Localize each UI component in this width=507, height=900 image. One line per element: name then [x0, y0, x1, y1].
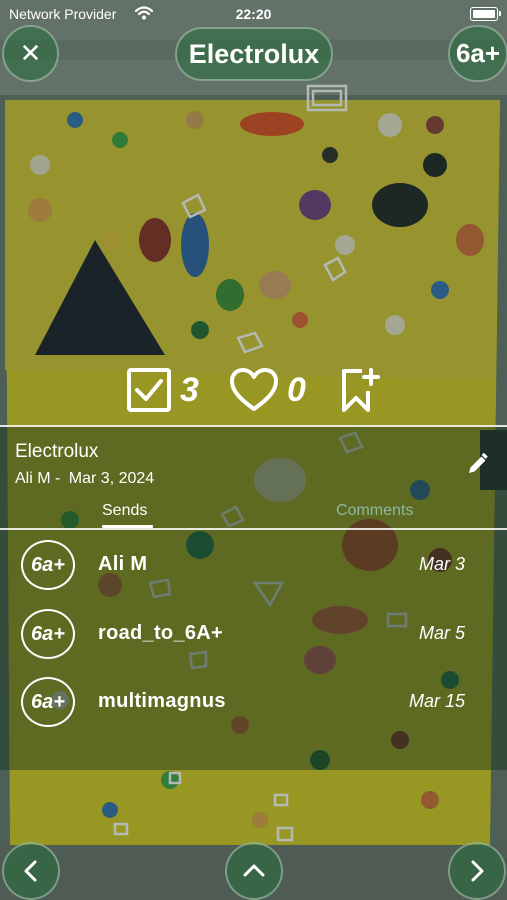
- send-row[interactable]: 6a+ multimagnus Mar 15: [0, 677, 507, 727]
- send-grade-badge: 6a+: [21, 677, 75, 727]
- tab-comments[interactable]: Comments: [336, 502, 413, 520]
- expand-route-button[interactable]: [225, 842, 283, 900]
- heart-icon: [230, 368, 278, 411]
- route-title-button[interactable]: Electrolux: [175, 27, 333, 81]
- send-user: road_to_6A+: [98, 622, 224, 644]
- send-row[interactable]: 6a+ road_to_6A+ Mar 5: [0, 609, 507, 659]
- likes-count: 0: [287, 370, 306, 409]
- edit-icon[interactable]: [464, 452, 490, 478]
- chevron-left-icon: [24, 860, 37, 882]
- chevron-right-icon: [471, 860, 484, 882]
- bookmark-add-icon: [342, 368, 380, 412]
- route-name: Electrolux: [15, 441, 99, 462]
- sends-stat[interactable]: 3: [126, 360, 199, 420]
- chevron-up-icon: [243, 864, 265, 877]
- send-grade-badge: 6a+: [21, 540, 75, 590]
- bookmark-button[interactable]: [340, 360, 382, 420]
- close-button[interactable]: ✕: [2, 25, 59, 82]
- send-date: Mar 5: [418, 623, 465, 643]
- likes-stat[interactable]: 0: [229, 360, 306, 420]
- route-title: Electrolux: [188, 38, 320, 69]
- send-grade-badge: 6a+: [21, 609, 75, 659]
- set-date: Mar 3, 2024: [68, 470, 155, 487]
- send-date: Mar 15: [408, 691, 465, 711]
- divider-top: [0, 425, 507, 427]
- route-screen: Network Provider 22:20 ✕ Electrolux 6a+ …: [0, 0, 507, 900]
- sends-count: 3: [180, 370, 199, 409]
- battery-icon: [470, 7, 501, 21]
- route-stats: 3 0: [0, 360, 507, 420]
- next-route-button[interactable]: [448, 842, 506, 900]
- close-icon: ✕: [19, 38, 42, 68]
- send-date: Mar 3: [418, 554, 465, 574]
- previous-route-button[interactable]: [2, 842, 60, 900]
- checkbox-icon: [127, 368, 171, 412]
- status-bar: Network Provider 22:20: [0, 0, 507, 28]
- grade-button[interactable]: 6a+: [448, 25, 507, 82]
- grade-label: 6a+: [455, 38, 501, 68]
- send-user: Ali M: [98, 553, 148, 575]
- clock: 22:20: [235, 6, 272, 22]
- meta-separator: -: [55, 470, 61, 487]
- route-meta: Ali M - Mar 3, 2024: [15, 470, 154, 488]
- send-row[interactable]: 6a+ Ali M Mar 3: [0, 540, 507, 590]
- divider-bottom: [0, 528, 507, 530]
- tab-sends[interactable]: Sends: [102, 502, 147, 520]
- setter-name[interactable]: Ali M: [15, 470, 51, 487]
- send-user: multimagnus: [98, 690, 226, 712]
